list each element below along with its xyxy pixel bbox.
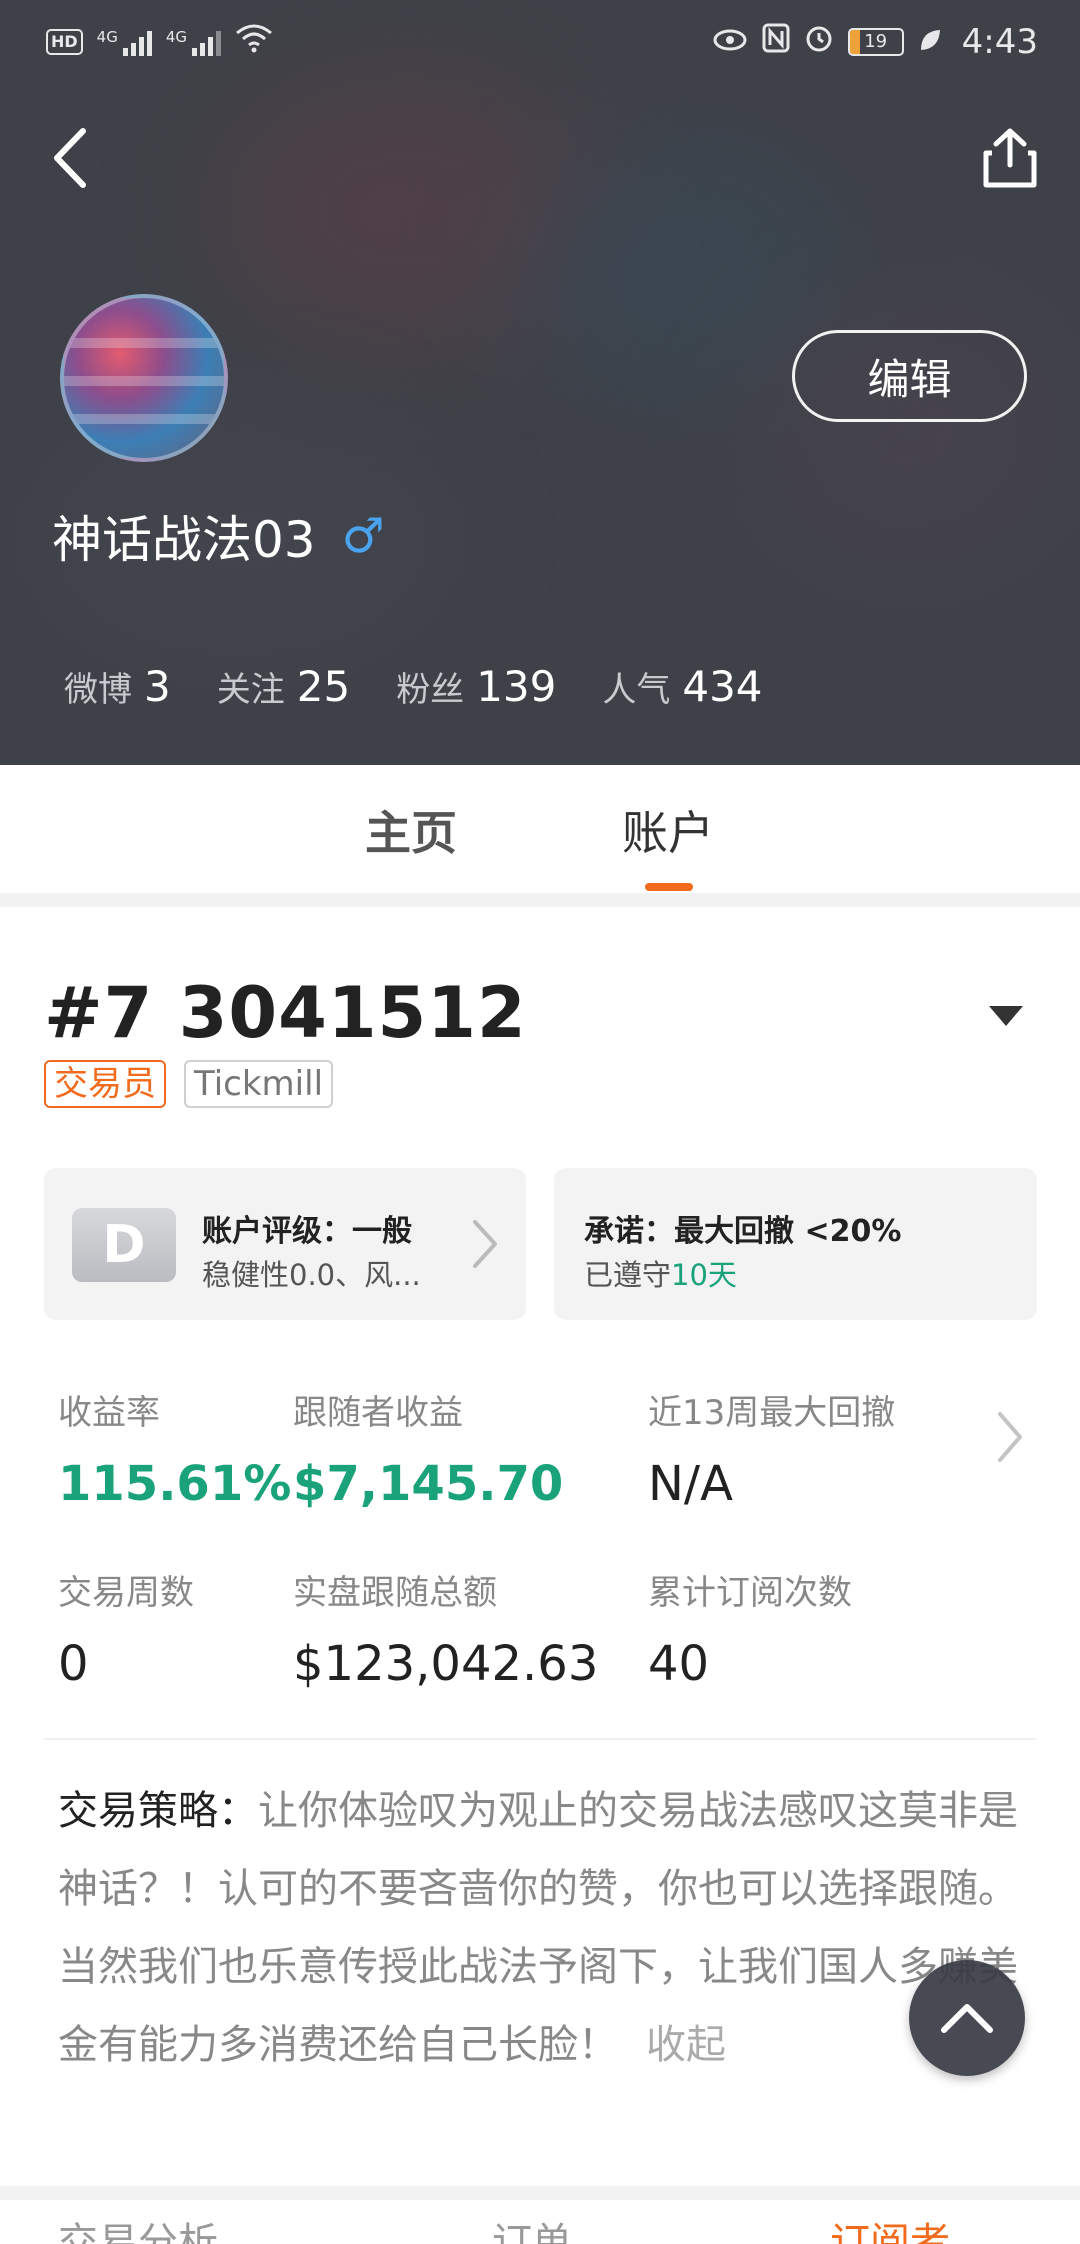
active-tab-indicator (645, 883, 693, 891)
account-id: #7 3041512 (44, 972, 527, 1054)
profile-tabs: 主页 账户 (0, 765, 1080, 893)
profile-stats: 微博 3 关注 25 粉丝 139 人气 434 (64, 662, 763, 711)
username: 神话战法03 (52, 511, 316, 569)
grade-badge: D (72, 1208, 176, 1282)
share-icon (983, 128, 1037, 188)
status-bar: HD 4G 4G 19 4:43 (0, 0, 1080, 84)
metric-subscription-count: 累计订阅次数 40 (648, 1573, 852, 1692)
wifi-icon (235, 23, 273, 61)
hd-icon: HD (46, 29, 83, 55)
rating-subtitle: 稳健性0.0、风... (202, 1258, 421, 1292)
account-subtabs: 交易分析 订单 订阅者 (0, 2200, 1080, 2244)
collapse-link[interactable]: 收起 (646, 2022, 726, 2068)
alarm-icon (804, 23, 834, 61)
trading-strategy: 交易策略：让你体验叹为观止的交易战法感叹这莫非是神话？！认可的不要吝啬你的赞，你… (58, 1772, 1038, 2084)
avatar[interactable] (60, 294, 228, 462)
subtab-subscribers[interactable]: 订阅者 (830, 2210, 950, 2244)
account-rating-card[interactable]: D 账户评级：一般 稳健性0.0、风... (44, 1168, 526, 1320)
metrics-divider (44, 1738, 1036, 1740)
metrics-chevron-right-icon[interactable] (995, 1410, 1025, 1464)
male-gender-icon: ♂ (341, 508, 385, 564)
strategy-label: 交易策略： (58, 1788, 258, 1834)
section-divider (0, 893, 1080, 907)
signal-icon: 4G (97, 28, 152, 56)
metric-total-follow-amount: 实盘跟随总额 $123,042.63 (293, 1573, 599, 1692)
profile-header: HD 4G 4G 19 4:43 编辑 神话战法03 ♂ 微博 3 关注 25 … (0, 0, 1080, 765)
rating-title: 账户评级：一般 (202, 1214, 412, 1249)
clock: 4:43 (961, 22, 1038, 62)
metric-return-rate: 收益率 115.61% (58, 1393, 292, 1512)
back-button[interactable] (34, 120, 104, 196)
subtab-orders[interactable]: 订单 (492, 2210, 572, 2244)
tab-home[interactable]: 主页 (365, 797, 457, 863)
caret-down-icon (989, 1006, 1023, 1026)
stat-followers[interactable]: 粉丝 139 (396, 662, 556, 711)
eye-icon (712, 23, 748, 61)
tab-account[interactable]: 账户 (622, 797, 714, 863)
battery-icon: 19 (847, 28, 904, 56)
nfc-icon (762, 23, 790, 61)
stat-following[interactable]: 关注 25 (217, 662, 350, 711)
username-row: 神话战法03 ♂ (52, 500, 385, 572)
share-button[interactable] (970, 118, 1050, 198)
chevron-up-icon (941, 2004, 993, 2033)
trader-tag: 交易员 (44, 1060, 166, 1108)
promise-subtitle: 已遵守10天 (584, 1258, 737, 1292)
metric-follower-profit: 跟随者收益 $7,145.70 (293, 1393, 564, 1512)
promise-days: 10天 (671, 1258, 737, 1292)
account-dropdown-button[interactable] (986, 1000, 1026, 1030)
stat-weibo[interactable]: 微博 3 (64, 662, 171, 711)
metric-trading-weeks: 交易周数 0 (58, 1573, 194, 1692)
leaf-icon (918, 23, 942, 61)
chevron-right-icon (473, 1220, 497, 1268)
section-divider-bottom (0, 2186, 1080, 2200)
scroll-to-top-button[interactable] (909, 1960, 1025, 2076)
signal-icon-2: 4G (166, 28, 222, 56)
nav-row (0, 108, 1080, 208)
promise-title: 承诺：最大回撤 <20% (584, 1214, 902, 1249)
stat-popularity: 人气 434 (602, 662, 763, 711)
subtab-trade-analysis[interactable]: 交易分析 (58, 2210, 218, 2244)
metric-max-drawdown[interactable]: 近13周最大回撤 N/A (648, 1385, 895, 1512)
edit-profile-button[interactable]: 编辑 (792, 330, 1027, 422)
broker-tag: Tickmill (184, 1060, 334, 1108)
promise-card: 承诺：最大回撤 <20% 已遵守10天 (554, 1168, 1037, 1320)
back-arrow-icon (54, 128, 86, 188)
